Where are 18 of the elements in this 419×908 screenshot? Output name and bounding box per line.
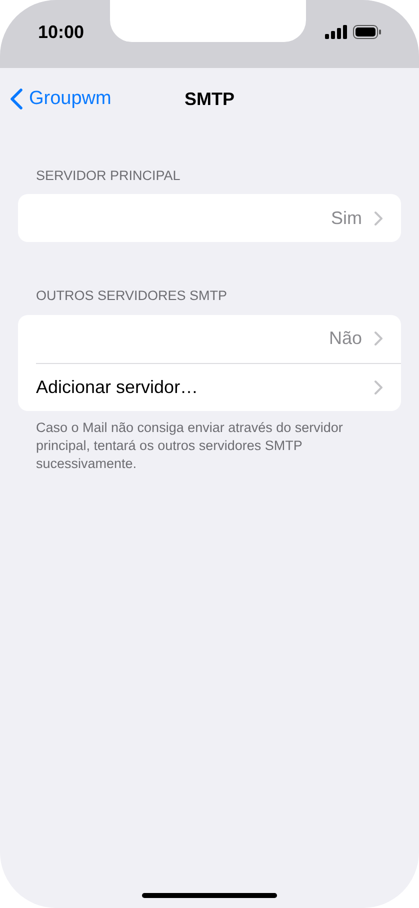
section-footer: Caso o Mail não consiga enviar através do servidor principal, tentará os outros servidores SMTP sucessivamente.	[18, 410, 401, 472]
settings-row[interactable]: Não	[36, 314, 401, 362]
back-chevron-icon	[10, 88, 23, 110]
settings-row[interactable]: Adicionar servidor…	[36, 362, 401, 410]
settings-row[interactable]: Sim	[36, 194, 401, 242]
back-button[interactable]: Groupwm	[10, 84, 112, 114]
status-time: 10:00	[38, 20, 84, 44]
chevron-icon	[374, 380, 383, 394]
chevron-icon	[374, 210, 383, 226]
battery-icon	[353, 25, 381, 39]
row-value: Sim	[331, 206, 362, 230]
row-label: Adicionar servidor…	[36, 376, 200, 398]
section-header: SERVIDOR PRINCIPAL	[35, 167, 182, 185]
row-value: Não	[328, 327, 362, 350]
chevron-icon	[374, 331, 383, 346]
signal-icon	[325, 25, 347, 39]
section-header: OUTROS SERVIDORES SMTP	[35, 287, 228, 306]
screen-title: SMTP	[184, 88, 234, 110]
